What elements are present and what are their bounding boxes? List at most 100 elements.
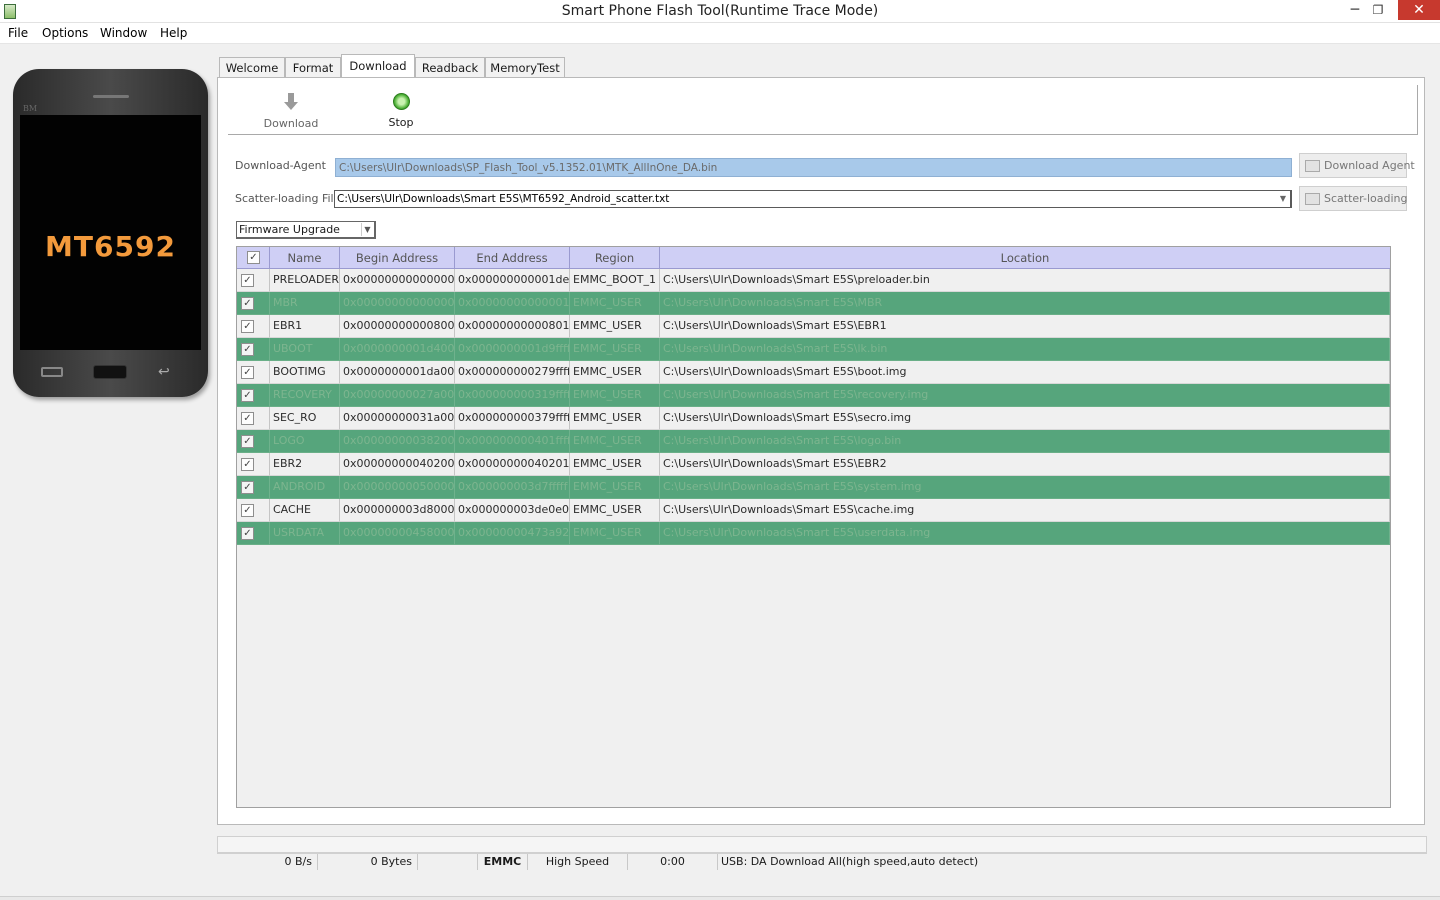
cell-end: 0x000000000001dea3 xyxy=(455,269,570,292)
cell-begin: 0x000000003d800000 xyxy=(340,499,455,522)
table-row[interactable]: ✓ ANDROID0x00000000050000000x000000003d7f… xyxy=(237,476,1390,499)
select-all-checkbox[interactable]: ✓ xyxy=(247,251,260,264)
menu-window[interactable]: Window xyxy=(100,26,147,40)
tab-welcome[interactable]: Welcome xyxy=(219,57,285,78)
cell-region: EMMC_USER xyxy=(570,476,660,499)
menu-help[interactable]: Help xyxy=(160,26,187,40)
table-row[interactable]: ✓ MBR0x00000000000000000x00000000000001ff… xyxy=(237,292,1390,315)
cell-end: 0x000000003de0e093 xyxy=(455,499,570,522)
status-spacer xyxy=(417,854,477,870)
cell-begin: 0x0000000005000000 xyxy=(340,476,455,499)
column-location[interactable]: Location xyxy=(660,247,1390,269)
table-row[interactable]: ✓ RECOVERY0x00000000027a00000x00000000031… xyxy=(237,384,1390,407)
taskbar-edge xyxy=(0,896,1440,900)
row-checkbox-cell: ✓ xyxy=(237,315,270,338)
row-checkbox[interactable]: ✓ xyxy=(241,320,254,333)
cell-location: C:\Users\Ulr\Downloads\Smart E5S\secro.i… xyxy=(660,407,1390,430)
select-all-cell: ✓ xyxy=(237,247,270,269)
tab-memorytest[interactable]: MemoryTest xyxy=(485,57,565,78)
row-checkbox[interactable]: ✓ xyxy=(241,274,254,287)
table-row[interactable]: ✓ USRDATA0x00000000458000000x00000000473a… xyxy=(237,522,1390,545)
cell-end: 0x000000000401ffff xyxy=(455,430,570,453)
cell-name: USRDATA xyxy=(270,522,340,545)
row-checkbox[interactable]: ✓ xyxy=(241,343,254,356)
phone-image: BM MT6592 ↩ xyxy=(13,69,208,397)
mode-select[interactable]: Firmware Upgrade ▼ xyxy=(236,221,376,239)
close-button[interactable]: ✕ xyxy=(1398,0,1440,20)
tab-download[interactable]: Download xyxy=(341,54,415,78)
row-checkbox[interactable]: ✓ xyxy=(241,481,254,494)
tab-readback[interactable]: Readback xyxy=(415,57,485,78)
status-bar: 0 B/s 0 Bytes EMMC High Speed 0:00 USB: … xyxy=(217,853,1427,870)
column-name[interactable]: Name xyxy=(270,247,340,269)
row-checkbox[interactable]: ✓ xyxy=(241,504,254,517)
table-row[interactable]: ✓ SEC_RO0x00000000031a00000x000000000379f… xyxy=(237,407,1390,430)
cell-location: C:\Users\Ulr\Downloads\Smart E5S\MBR xyxy=(660,292,1390,315)
table-header: ✓ Name Begin Address End Address Region … xyxy=(237,247,1390,269)
stop-button[interactable]: Stop xyxy=(376,93,426,129)
status-speed: 0 B/s xyxy=(284,855,312,868)
cell-name: ANDROID xyxy=(270,476,340,499)
download-agent-field[interactable]: C:\Users\Ulr\Downloads\SP_Flash_Tool_v5.… xyxy=(335,158,1292,177)
column-end-address[interactable]: End Address xyxy=(455,247,570,269)
row-checkbox[interactable]: ✓ xyxy=(241,297,254,310)
row-checkbox[interactable]: ✓ xyxy=(241,435,254,448)
row-checkbox-cell: ✓ xyxy=(237,522,270,545)
cell-region: EMMC_USER xyxy=(570,292,660,315)
download-panel: Download Stop Download-Agent C:\Users\Ul… xyxy=(217,77,1425,825)
download-button[interactable]: Download xyxy=(256,93,326,130)
scatter-loading-button-label: Scatter-loading xyxy=(1324,192,1408,205)
cell-begin: 0x0000000000000000 xyxy=(340,269,455,292)
table-row[interactable]: ✓ CACHE0x000000003d8000000x000000003de0e0… xyxy=(237,499,1390,522)
cell-begin: 0x00000000027a0000 xyxy=(340,384,455,407)
chevron-down-icon[interactable]: ▼ xyxy=(1278,193,1288,205)
cell-location: C:\Users\Ulr\Downloads\Smart E5S\EBR1 xyxy=(660,315,1390,338)
row-checkbox[interactable]: ✓ xyxy=(241,412,254,425)
phone-back-key-icon: ↩ xyxy=(158,364,170,380)
row-checkbox[interactable]: ✓ xyxy=(241,527,254,540)
cell-end: 0x00000000040201ff xyxy=(455,453,570,476)
row-checkbox[interactable]: ✓ xyxy=(241,458,254,471)
row-checkbox[interactable]: ✓ xyxy=(241,366,254,379)
cell-location: C:\Users\Ulr\Downloads\Smart E5S\cache.i… xyxy=(660,499,1390,522)
scatter-file-field[interactable]: C:\Users\Ulr\Downloads\Smart E5S\MT6592_… xyxy=(334,190,1292,208)
row-checkbox-cell: ✓ xyxy=(237,407,270,430)
mode-select-value: Firmware Upgrade xyxy=(239,223,340,236)
chevron-down-icon: ▼ xyxy=(361,223,373,236)
table-row[interactable]: ✓ EBR10x00000000000800000x00000000000801f… xyxy=(237,315,1390,338)
download-arrow-icon xyxy=(284,93,298,111)
tab-format[interactable]: Format xyxy=(285,57,341,78)
phone-screen: MT6592 xyxy=(20,115,201,350)
cell-location: C:\Users\Ulr\Downloads\Smart E5S\EBR2 xyxy=(660,453,1390,476)
table-row[interactable]: ✓ LOGO0x00000000038200000x000000000401fff… xyxy=(237,430,1390,453)
cell-region: EMMC_BOOT_1 xyxy=(570,269,660,292)
column-begin-address[interactable]: Begin Address xyxy=(340,247,455,269)
cell-begin: 0x00000000031a0000 xyxy=(340,407,455,430)
stop-button-label: Stop xyxy=(388,116,414,129)
cell-location: C:\Users\Ulr\Downloads\Smart E5S\lk.bin xyxy=(660,338,1390,361)
table-row[interactable]: ✓ EBR20x00000000040200000x00000000040201f… xyxy=(237,453,1390,476)
table-row[interactable]: ✓ BOOTIMG0x0000000001da00000x000000000279… xyxy=(237,361,1390,384)
status-time: 0:00 xyxy=(627,854,717,870)
table-row[interactable]: ✓ PRELOADER0x00000000000000000x0000000000… xyxy=(237,269,1390,292)
menu-file[interactable]: File xyxy=(8,26,28,40)
scatter-file-value: C:\Users\Ulr\Downloads\Smart E5S\MT6592_… xyxy=(337,193,670,205)
phone-speaker xyxy=(93,95,129,98)
folder-icon xyxy=(1305,160,1320,172)
column-region[interactable]: Region xyxy=(570,247,660,269)
chip-label: MT6592 xyxy=(45,230,176,263)
partition-table: ✓ Name Begin Address End Address Region … xyxy=(236,246,1391,808)
row-checkbox[interactable]: ✓ xyxy=(241,389,254,402)
cell-begin: 0x0000000000080000 xyxy=(340,315,455,338)
download-agent-button[interactable]: Download Agent xyxy=(1299,153,1415,178)
cell-end: 0x00000000000801ff xyxy=(455,315,570,338)
cell-region: EMMC_USER xyxy=(570,384,660,407)
table-row[interactable]: ✓ UBOOT0x0000000001d400000x0000000001d9ff… xyxy=(237,338,1390,361)
phone-brand: BM xyxy=(23,104,38,113)
scatter-loading-button[interactable]: Scatter-loading xyxy=(1299,186,1407,211)
cell-location: C:\Users\Ulr\Downloads\Smart E5S\boot.im… xyxy=(660,361,1390,384)
row-checkbox-cell: ✓ xyxy=(237,499,270,522)
cell-end: 0x00000000473a9237 xyxy=(455,522,570,545)
menu-options[interactable]: Options xyxy=(42,26,88,40)
maximize-button[interactable]: ❐ xyxy=(1364,0,1392,20)
